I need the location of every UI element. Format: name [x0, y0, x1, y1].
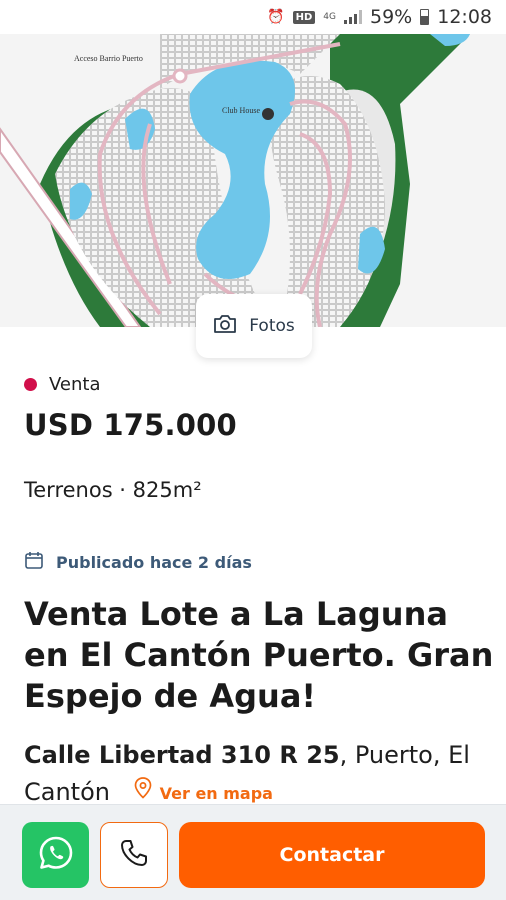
- published-date: Publicado hace 2 días: [24, 550, 252, 574]
- photos-label: Fotos: [249, 316, 295, 336]
- network-type: 4G: [323, 11, 336, 22]
- camera-icon: [213, 314, 237, 339]
- operation-type: Venta: [24, 374, 101, 395]
- whatsapp-button[interactable]: [22, 822, 89, 888]
- whatsapp-icon: [38, 835, 74, 875]
- bottom-action-bar: Contactar: [0, 804, 506, 900]
- hd-badge: HD: [292, 10, 316, 24]
- battery-percent: 59%: [370, 6, 413, 28]
- status-bar: ⏰ HD 4G 59% 12:08: [0, 0, 506, 34]
- address: Calle Libertad 310 R 25, Puerto, El Cant…: [24, 737, 494, 812]
- operation-dot-icon: [24, 378, 37, 391]
- listing-title: Venta Lote a La Laguna en El Cantón Puer…: [24, 595, 494, 715]
- map-label-club-house: Club House: [222, 106, 260, 115]
- call-button[interactable]: [100, 822, 168, 888]
- phone-icon: [118, 837, 150, 873]
- listing-photo[interactable]: Acceso Barrio Puerto Club House: [0, 34, 506, 327]
- photos-button[interactable]: Fotos: [196, 294, 312, 358]
- clock: 12:08: [437, 6, 492, 28]
- masterplan-map: [0, 34, 506, 327]
- address-street: Calle Libertad 310 R 25: [24, 741, 340, 769]
- price: USD 175.000: [24, 408, 237, 442]
- published-label: Publicado hace 2 días: [56, 552, 252, 572]
- battery-icon: [420, 9, 430, 25]
- calendar-icon: [24, 550, 44, 574]
- map-label-access: Acceso Barrio Puerto: [74, 54, 143, 63]
- contact-button[interactable]: Contactar: [179, 822, 485, 888]
- signal-icon: [344, 10, 362, 24]
- operation-label: Venta: [49, 374, 101, 395]
- alarm-icon: ⏰: [267, 9, 285, 25]
- features: Terrenos · 825m²: [24, 478, 202, 502]
